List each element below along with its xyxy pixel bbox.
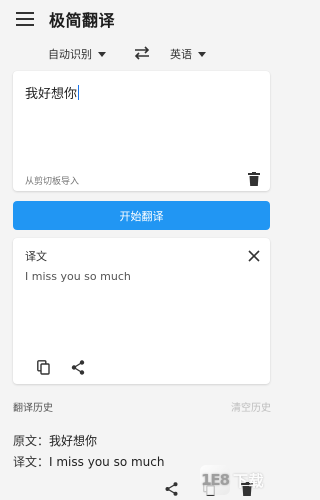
history-source-key: 原文： bbox=[13, 434, 50, 448]
history-result-key: 译文： bbox=[13, 455, 50, 469]
history-result-text: I miss you so much bbox=[49, 455, 165, 469]
history-title: 翻译历史 bbox=[13, 403, 53, 414]
close-icon[interactable] bbox=[248, 247, 260, 262]
result-text: I miss you so much bbox=[25, 270, 131, 283]
translate-button[interactable]: 开始翻译 bbox=[13, 201, 270, 230]
top-bar: 极简翻译 bbox=[0, 0, 282, 38]
source-language-label: 自动识别 bbox=[48, 48, 92, 61]
chevron-down-icon bbox=[198, 51, 206, 57]
watermark-logo: 1E8 下载 bbox=[200, 463, 280, 497]
app-root: 极简翻译 自动识别 英语 我好想你 从剪切板导入 开始翻译 译文 I miss … bbox=[0, 0, 282, 500]
menu-icon[interactable] bbox=[14, 10, 36, 28]
chevron-down-icon bbox=[98, 51, 106, 57]
watermark-logo-mark: 1E8 bbox=[200, 465, 230, 495]
target-language-label: 英语 bbox=[170, 48, 192, 61]
source-text-value: 我好想你 bbox=[25, 87, 78, 102]
result-card: 译文 I miss you so much bbox=[13, 238, 270, 384]
history-item-source[interactable]: 原文：我好想你 bbox=[13, 432, 97, 449]
page-title: 极简翻译 bbox=[49, 11, 116, 30]
history-source-text: 我好想你 bbox=[49, 434, 98, 448]
clear-history-button[interactable]: 清空历史 bbox=[231, 399, 271, 414]
history-item-result[interactable]: 译文：I miss you so much bbox=[13, 453, 164, 470]
watermark-text: 下载 bbox=[233, 471, 265, 490]
text-cursor bbox=[78, 85, 80, 100]
source-language-dropdown[interactable]: 自动识别 bbox=[48, 46, 106, 62]
share-icon[interactable] bbox=[71, 360, 85, 375]
language-selector-row: 自动识别 英语 bbox=[0, 42, 282, 66]
share-icon[interactable] bbox=[165, 481, 178, 496]
source-text-input[interactable]: 我好想你 bbox=[25, 83, 80, 102]
delete-icon[interactable] bbox=[248, 171, 262, 187]
history-header: 翻译历史 清空历史 bbox=[0, 398, 282, 414]
copy-icon[interactable] bbox=[37, 360, 50, 375]
input-card: 我好想你 从剪切板导入 bbox=[13, 71, 270, 191]
result-label: 译文 bbox=[25, 250, 47, 263]
swap-icon[interactable] bbox=[132, 44, 152, 62]
paste-from-clipboard-button[interactable]: 从剪切板导入 bbox=[25, 174, 79, 187]
target-language-dropdown[interactable]: 英语 bbox=[170, 46, 206, 62]
